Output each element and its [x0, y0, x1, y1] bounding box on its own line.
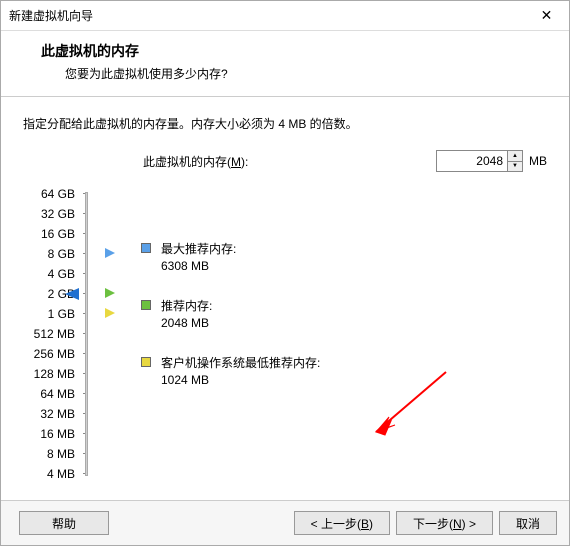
page-subtitle: 您要为此虚拟机使用多少内存?: [41, 65, 545, 82]
scale-label: 4 MB: [23, 464, 83, 484]
scale-label: 32 GB: [23, 204, 83, 224]
marker-recommended-icon: [105, 288, 115, 298]
scale-label: 128 MB: [23, 364, 83, 384]
memory-label: 此虚拟机的内存(M):: [143, 153, 248, 170]
back-button[interactable]: < 上一步(B): [294, 511, 390, 535]
help-button[interactable]: 帮助: [19, 511, 109, 535]
legend-max-icon: [141, 243, 151, 253]
legend-recommended-label: 推荐内存:: [161, 297, 212, 314]
memory-input[interactable]: [437, 151, 507, 171]
memory-row: 此虚拟机的内存(M): ▲ ▼ MB: [23, 150, 547, 172]
scale-label: 8 GB: [23, 244, 83, 264]
legend-min-label: 客户机操作系统最低推荐内存:: [161, 354, 320, 371]
slider-thumb-icon[interactable]: [65, 288, 79, 300]
scale-label: 64 GB: [23, 184, 83, 204]
close-button[interactable]: ✕: [524, 1, 569, 31]
legend-min-icon: [141, 357, 151, 367]
wizard-window: 新建虚拟机向导 ✕ 此虚拟机的内存 您要为此虚拟机使用多少内存? 指定分配给此虚…: [0, 0, 570, 546]
legend-recommended-value: 2048 MB: [161, 316, 212, 330]
spinner-up-icon[interactable]: ▲: [508, 151, 522, 162]
scale-label: 64 MB: [23, 384, 83, 404]
cancel-button[interactable]: 取消: [499, 511, 557, 535]
close-icon: ✕: [541, 7, 553, 24]
marker-max-icon: [105, 248, 115, 258]
legend-recommended-icon: [141, 300, 151, 310]
scale-label: 16 GB: [23, 224, 83, 244]
legend-max-value: 6308 MB: [161, 259, 236, 273]
legend: 最大推荐内存: 6308 MB 推荐内存: 2048 MB 客户机操作系统最低推…: [141, 184, 547, 484]
footer: 帮助 < 上一步(B) 下一步(N) > 取消: [1, 500, 569, 545]
legend-max: 最大推荐内存: 6308 MB: [141, 240, 547, 273]
spinner-buttons: ▲ ▼: [507, 151, 522, 171]
scale-label: 32 MB: [23, 404, 83, 424]
scale-label: 1 GB: [23, 304, 83, 324]
content: 指定分配给此虚拟机的内存量。内存大小必须为 4 MB 的倍数。 此虚拟机的内存(…: [1, 97, 569, 500]
page-title: 此虚拟机的内存: [41, 41, 545, 61]
memory-slider[interactable]: [83, 184, 141, 484]
memory-scale: 64 GB 32 GB 16 GB 8 GB 4 GB 2 GB 1 GB 51…: [23, 184, 83, 484]
annotation-arrow-icon: [361, 367, 451, 447]
scale-label: 8 MB: [23, 444, 83, 464]
marker-min-icon: [105, 308, 115, 318]
instruction-text: 指定分配给此虚拟机的内存量。内存大小必须为 4 MB 的倍数。: [23, 115, 547, 132]
scale-label: 4 GB: [23, 264, 83, 284]
window-title: 新建虚拟机向导: [9, 7, 93, 24]
scale-label: 512 MB: [23, 324, 83, 344]
slider-track: [85, 192, 88, 476]
memory-spinner[interactable]: ▲ ▼: [436, 150, 523, 172]
next-button[interactable]: 下一步(N) >: [396, 511, 493, 535]
scale-label: 16 MB: [23, 424, 83, 444]
scale-label: 256 MB: [23, 344, 83, 364]
header: 此虚拟机的内存 您要为此虚拟机使用多少内存?: [1, 31, 569, 97]
scale-area: 64 GB 32 GB 16 GB 8 GB 4 GB 2 GB 1 GB 51…: [23, 184, 547, 484]
legend-recommended: 推荐内存: 2048 MB: [141, 297, 547, 330]
titlebar: 新建虚拟机向导 ✕: [1, 1, 569, 31]
spinner-down-icon[interactable]: ▼: [508, 162, 522, 172]
legend-max-label: 最大推荐内存:: [161, 240, 236, 257]
memory-unit: MB: [529, 154, 547, 168]
legend-min: 客户机操作系统最低推荐内存: 1024 MB: [141, 354, 547, 387]
legend-min-value: 1024 MB: [161, 373, 320, 387]
